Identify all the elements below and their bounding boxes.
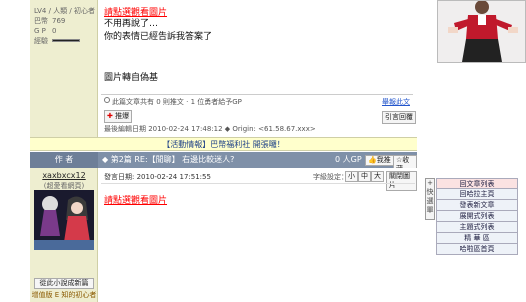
announcement-text: 【活動情報】巴幣福利社 開張囉！: [162, 140, 285, 149]
menu-featured[interactable]: 精 華 區: [436, 233, 518, 244]
post-line-1: 不用再說了…: [104, 19, 159, 29]
edit-info: 最後編輯日期 2010-02-24 17:48:12 ◆ Origin: <61…: [104, 125, 316, 133]
quote-reply-button[interactable]: 引言回覆: [382, 111, 416, 124]
author-level: LV4 / 人類 / 初心者: [34, 7, 95, 15]
font-size-medium[interactable]: 中: [358, 171, 371, 182]
stat-value-1: 0: [52, 27, 57, 35]
view-image-link-2[interactable]: 請點選觀看圖片: [104, 193, 167, 206]
stat-label-0: 巴幣: [34, 17, 48, 25]
announcement-bar[interactable]: 【活動情報】巴幣福利社 開張囉！: [30, 137, 417, 151]
thumb-icon: 👍: [368, 156, 377, 164]
author-title: 增值版 E 知的初心者: [31, 291, 97, 299]
menu-back-to-list[interactable]: 回文章列表: [436, 178, 518, 189]
post-content-1: 請點選觀看圖片 不用再說了… 你的表情已經告訴我答案了 圖片轉自偽基 此篇文章共…: [99, 0, 417, 137]
push-button[interactable]: ✚ 推爆: [104, 110, 133, 123]
quote-novel-button[interactable]: 從此小說成新篇: [34, 278, 94, 289]
menu-topic-list[interactable]: 主題式列表: [436, 222, 518, 233]
menu-expand-list[interactable]: 展開式列表: [436, 211, 518, 222]
floor-title: ◆ 第2篇 RE:【閒聊】 右邊比較迷人?: [102, 155, 235, 164]
menu-new-post[interactable]: 發表新文章: [436, 200, 518, 211]
avatar-illustration: [34, 190, 94, 250]
stat-value-0: 769: [52, 17, 66, 25]
side-image: [437, 0, 526, 63]
gp-push-button[interactable]: 👍我推: [365, 155, 394, 166]
font-size-large[interactable]: 大: [371, 171, 384, 182]
post-header-2: 作 者 ◆ 第2篇 RE:【閒聊】 右邊比較迷人? 0 人GP 👍我推 ☆收藏: [30, 152, 417, 175]
push-icon: ✚: [107, 112, 113, 120]
divider: [101, 94, 413, 95]
author-header: 作 者: [30, 152, 98, 168]
avatar[interactable]: [34, 190, 94, 250]
author-panel-1: LV4 / 人類 / 初心者 巴幣 769 G P 0 經驗: [30, 0, 98, 137]
stat-label-2: 經驗: [34, 37, 48, 45]
quick-menu-tab[interactable]: + 快 選 單: [425, 178, 435, 220]
font-size-small[interactable]: 小: [345, 171, 358, 182]
quick-menu: 回文章列表 回哈拉主頁 發表新文章 展開式列表 主題式列表 精 華 區 哈啦區首…: [436, 178, 518, 255]
hide-images-button[interactable]: 關閉圖片: [386, 171, 417, 191]
font-size-label: 字級設定：: [313, 173, 348, 181]
menu-board-home[interactable]: 哈啦區首頁: [436, 244, 518, 255]
divider: [101, 183, 415, 184]
share-icon: [104, 97, 110, 103]
post-date: 發言日期: 2010-02-24 17:51:55: [104, 173, 211, 181]
post-line-2: 你的表情已經告訴我答案了: [104, 32, 213, 42]
author-username[interactable]: xaxbxcx12: [30, 171, 98, 180]
gp-count: 0 人GP: [335, 155, 362, 164]
report-link[interactable]: 舉報此文: [382, 97, 410, 107]
character-illustration: [438, 0, 525, 62]
post-content-2: 發言日期: 2010-02-24 17:51:55 字級設定： 小 中 大 關閉…: [99, 168, 417, 302]
exp-bar: [52, 39, 80, 42]
stat-label-1: G P: [34, 27, 46, 35]
menu-forum-home[interactable]: 回哈拉主頁: [436, 189, 518, 200]
post-note: 圖片轉自偽基: [104, 73, 159, 83]
share-text: 此篇文章共有 0 則推文 · 1 位勇者給予GP: [112, 98, 242, 106]
author-panel-2: xaxbxcx12 (超愛看網頁) 從此小說成新篇 增值版 E 知的初心者: [30, 168, 98, 302]
view-image-link-1[interactable]: 請點選觀看圖片: [104, 5, 167, 18]
